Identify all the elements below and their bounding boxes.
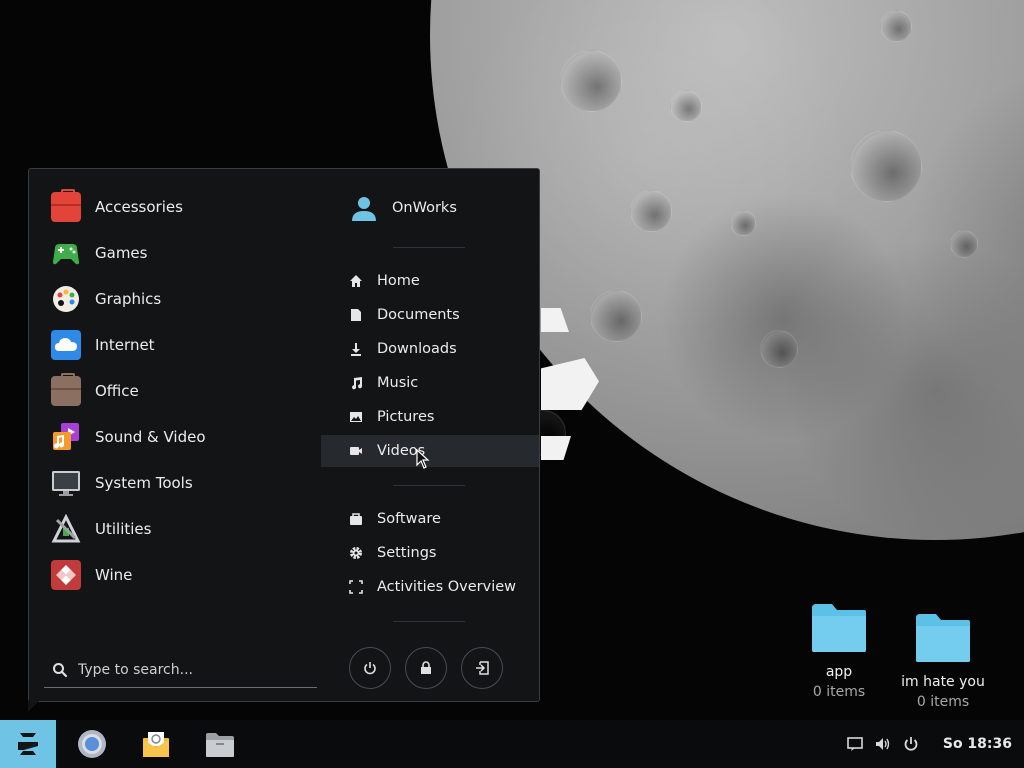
desktop-folder-app[interactable]: app 0 items	[789, 602, 889, 700]
picture-icon	[348, 409, 364, 425]
toolbox-icon	[51, 189, 81, 222]
taskbar-files[interactable]	[205, 729, 235, 759]
mail-icon	[143, 732, 169, 757]
search-icon	[53, 663, 68, 678]
place-home[interactable]: Home	[321, 265, 539, 297]
category-label: Wine	[95, 566, 133, 584]
files-icon	[206, 733, 234, 757]
software-icon	[348, 511, 364, 527]
taskbar: So 18:36	[0, 720, 1024, 768]
power-icon	[364, 662, 376, 675]
category-label: Graphics	[95, 290, 162, 308]
media-icon	[51, 422, 81, 452]
wallpaper-shape	[541, 436, 571, 460]
system-label: Software	[377, 511, 441, 527]
system-label: Activities Overview	[377, 579, 517, 595]
system-label: Settings	[377, 545, 437, 561]
power-icon[interactable]	[901, 734, 921, 754]
desktop-icon-name: im hate you	[901, 674, 985, 690]
clock[interactable]: So 18:36	[943, 736, 1012, 752]
place-videos[interactable]: Videos	[321, 435, 539, 467]
category-label: Utilities	[95, 520, 152, 538]
system-activities-overview[interactable]: Activities Overview	[321, 571, 539, 603]
place-downloads[interactable]: Downloads	[321, 333, 539, 365]
search-box[interactable]	[44, 653, 317, 688]
user-account[interactable]: OnWorks	[321, 191, 539, 225]
category-games[interactable]: Games	[51, 233, 311, 273]
gamepad-icon	[51, 238, 81, 268]
category-sound-video[interactable]: Sound & Video	[51, 417, 311, 457]
search-input[interactable]	[76, 661, 310, 679]
place-label: Pictures	[377, 409, 435, 425]
video-icon	[348, 443, 364, 459]
category-office[interactable]: Office	[51, 371, 311, 411]
category-accessories[interactable]: Accessories	[51, 187, 311, 227]
category-wine[interactable]: Wine	[51, 555, 311, 595]
gear-icon	[348, 545, 364, 561]
system-software[interactable]: Software	[321, 503, 539, 535]
place-label: Downloads	[377, 341, 457, 357]
app-menu: Accessories Games Graphics Internet Offi…	[28, 168, 540, 702]
download-icon	[348, 341, 364, 357]
taskbar-mail[interactable]	[141, 729, 171, 759]
place-pictures[interactable]: Pictures	[321, 401, 539, 433]
utilities-icon	[51, 513, 81, 544]
category-label: System Tools	[95, 474, 193, 492]
overview-icon	[348, 579, 364, 595]
zorin-logo-icon	[18, 733, 38, 755]
desktop-icon-name: app	[825, 664, 853, 680]
home-icon	[348, 273, 364, 289]
zorin-menu-button[interactable]	[0, 720, 56, 768]
music-icon	[348, 375, 364, 391]
monitor-icon	[51, 468, 81, 498]
desktop-icon-subtitle: 0 items	[916, 694, 970, 710]
volume-icon[interactable]	[873, 734, 893, 754]
wine-icon	[51, 560, 81, 590]
lock-icon	[421, 661, 431, 674]
place-label: Home	[377, 273, 420, 289]
category-internet[interactable]: Internet	[51, 325, 311, 365]
palette-icon	[51, 284, 81, 314]
briefcase-icon	[51, 373, 81, 406]
category-label: Accessories	[95, 198, 183, 216]
notification-icon[interactable]	[845, 734, 865, 754]
place-label: Music	[377, 375, 419, 391]
category-graphics[interactable]: Graphics	[51, 279, 311, 319]
system-settings[interactable]: Settings	[321, 537, 539, 569]
desktop-icon-subtitle: 0 items	[812, 684, 866, 700]
taskbar-chromium[interactable]	[77, 729, 107, 759]
category-label: Office	[95, 382, 139, 400]
category-system-tools[interactable]: System Tools	[51, 463, 311, 503]
user-name: OnWorks	[392, 200, 457, 216]
category-label: Sound & Video	[95, 428, 206, 446]
category-label: Internet	[95, 336, 155, 354]
place-label: Documents	[377, 307, 460, 323]
menu-pointer	[28, 700, 40, 712]
separator	[393, 247, 465, 248]
mouse-pointer-icon	[416, 449, 430, 469]
chromium-icon	[78, 730, 106, 758]
folder-icon	[916, 614, 970, 662]
system-tray: So 18:36	[845, 720, 1024, 768]
desktop: app 0 items im hate you 0 items Accessor…	[0, 0, 1024, 768]
desktop-folder-im-hate-you[interactable]: im hate you 0 items	[893, 612, 993, 710]
power-off-button[interactable]	[349, 647, 391, 689]
category-utilities[interactable]: Utilities	[51, 509, 311, 549]
separator	[393, 621, 465, 622]
category-label: Games	[95, 244, 148, 262]
cloud-icon	[51, 330, 81, 360]
separator	[393, 485, 465, 486]
logout-icon	[476, 661, 489, 675]
place-music[interactable]: Music	[321, 367, 539, 399]
logout-button[interactable]	[461, 647, 503, 689]
place-documents[interactable]: Documents	[321, 299, 539, 331]
document-icon	[348, 307, 364, 323]
lock-button[interactable]	[405, 647, 447, 689]
user-icon	[352, 197, 376, 221]
folder-icon	[812, 604, 866, 652]
